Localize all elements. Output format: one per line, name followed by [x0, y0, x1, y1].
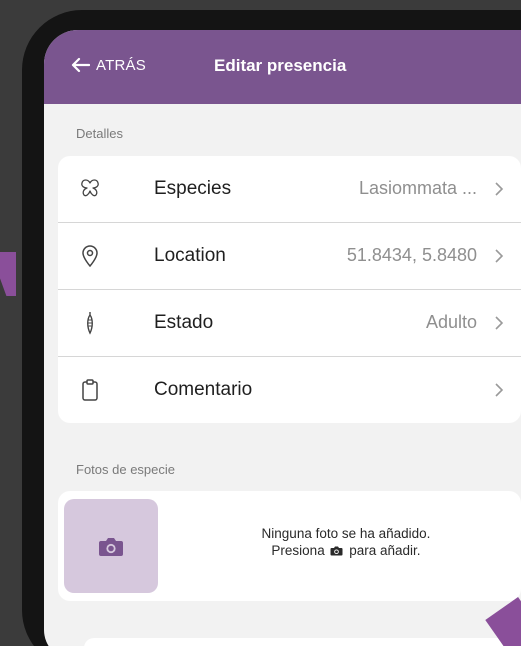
chevron-right-icon [495, 383, 504, 397]
row-value: 51.8434, 5.8480 [346, 245, 477, 265]
row-location[interactable]: Location 51.8434, 5.8480 [58, 223, 521, 290]
row-estado[interactable]: Estado Adulto [58, 290, 521, 357]
add-photo-button[interactable] [64, 499, 158, 593]
back-button[interactable]: ATRÁS [70, 52, 146, 78]
side-arrow-decoration [0, 252, 16, 296]
chevron-right-icon [495, 182, 504, 196]
location-pin-icon [82, 245, 98, 268]
photos-section-label: Fotos de especie [76, 462, 176, 477]
row-value: Lasiommata ... [358, 178, 477, 198]
row-label: Especies [154, 178, 232, 199]
app-screen: ATRÁS Editar presencia Detalles Especies… [44, 30, 521, 646]
photos-card: Ninguna foto se ha añadido. Presiona par… [58, 491, 521, 601]
no-photos-line1: Ninguna foto se ha añadido. [261, 526, 431, 541]
camera-icon [99, 538, 123, 556]
row-value: Adulto [425, 312, 477, 332]
next-card-peek [84, 638, 521, 646]
arrow-left-icon [71, 57, 90, 73]
clipboard-icon [82, 379, 98, 401]
page-title: Editar presencia [214, 56, 347, 75]
row-especies[interactable]: Especies Lasiommata ... [58, 156, 521, 223]
stage: ATRÁS Editar presencia Detalles Especies… [0, 0, 521, 646]
chevron-right-icon [495, 249, 504, 263]
row-label: Estado [154, 312, 214, 333]
chrysalis-icon [87, 312, 93, 335]
no-photos-message: Ninguna foto se ha añadido. Presiona par… [176, 525, 516, 559]
back-label: ATRÁS [96, 56, 146, 74]
no-photos-line2: Presiona para añadir. [271, 543, 421, 558]
row-label: Location [154, 245, 226, 266]
row-label: Comentario [154, 379, 253, 400]
details-card: Especies Lasiommata ... Location 51.8434… [58, 156, 521, 423]
app-header: ATRÁS Editar presencia [44, 30, 521, 104]
row-comentario[interactable]: Comentario [58, 357, 521, 423]
butterfly-icon [81, 179, 99, 197]
camera-icon [330, 546, 343, 556]
details-section-label: Detalles [76, 126, 123, 141]
chevron-right-icon [495, 316, 504, 330]
